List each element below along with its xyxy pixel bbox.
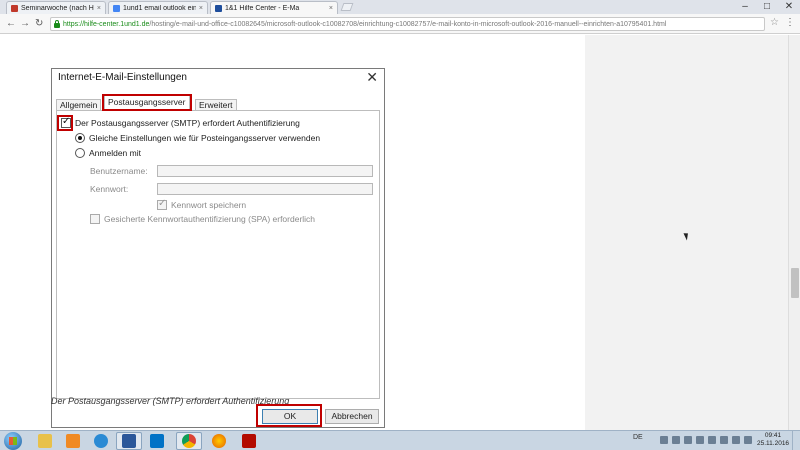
tray-battery-icon[interactable]	[720, 436, 728, 444]
tray-app-icon[interactable]	[672, 436, 680, 444]
lock-icon	[54, 19, 60, 28]
cancel-button[interactable]: Abbrechen	[325, 409, 379, 424]
dialog-close-icon[interactable]: ✕	[366, 69, 378, 86]
site-favicon-icon	[215, 4, 222, 12]
tray-expand-icon[interactable]	[660, 436, 668, 444]
clock-date: 25.11.2016	[757, 440, 790, 447]
dialog-title: Internet-E-Mail-Einstellungen	[58, 72, 187, 83]
internet-explorer-icon[interactable]	[88, 432, 114, 450]
radio-login-row[interactable]: Anmelden mit	[75, 148, 141, 158]
save-password-checkbox[interactable]	[157, 198, 167, 210]
figure-caption: Der Postausgangsserver (SMTP) erfordert …	[51, 396, 290, 406]
browser-tabstrip: Seminarwoche (nach Hei × 1und1 email out…	[0, 0, 800, 14]
tab-close-icon[interactable]: ×	[97, 5, 101, 12]
language-indicator[interactable]: DE	[633, 434, 643, 441]
save-password-label: Kennwort speichern	[171, 200, 247, 210]
tray-app-icon[interactable]	[708, 436, 716, 444]
radio-login-label: Anmelden mit	[89, 148, 141, 158]
media-player-icon[interactable]	[60, 432, 86, 450]
radio-login[interactable]	[75, 148, 85, 158]
system-clock[interactable]: 09:41 25.11.2016	[757, 432, 789, 448]
smtp-auth-label: Der Postausgangsserver (SMTP) erfordert …	[75, 118, 300, 128]
address-bar[interactable]: https://hilfe-center.1und1.de /hosting/e…	[50, 17, 765, 31]
maximize-button[interactable]: □	[756, 0, 778, 13]
pdf-favicon-icon	[11, 4, 18, 12]
browser-toolbar: ← → ↻ https://hilfe-center.1und1.de /hos…	[0, 14, 800, 34]
password-field[interactable]	[157, 183, 373, 195]
internet-email-settings-dialog: Internet-E-Mail-Einstellungen ✕ Allgemei…	[51, 68, 385, 428]
radio-same-settings-label: Gleiche Einstellungen wie für Posteingan…	[89, 133, 321, 143]
show-desktop-button[interactable]	[792, 431, 800, 450]
tab-label: 1und1 email outlook ein	[123, 4, 196, 12]
tab-close-icon[interactable]: ×	[199, 5, 203, 12]
file-explorer-icon[interactable]	[32, 432, 58, 450]
window-close-button[interactable]: ✕	[778, 0, 800, 13]
username-label: Benutzername:	[90, 166, 148, 176]
tray-network-icon[interactable]	[732, 436, 740, 444]
tray-volume-icon[interactable]	[744, 436, 752, 444]
new-tab-button[interactable]	[340, 3, 354, 11]
browser-tab[interactable]: Seminarwoche (nach Hei ×	[6, 1, 106, 14]
google-favicon-icon	[113, 4, 120, 12]
back-icon[interactable]: ←	[6, 18, 16, 29]
acrobat-icon[interactable]	[236, 432, 262, 450]
highlight-box-ok	[256, 404, 322, 427]
tab-close-icon[interactable]: ×	[329, 5, 333, 12]
tray-flag-icon[interactable]	[684, 436, 692, 444]
outlook-icon[interactable]	[144, 432, 170, 450]
spa-row[interactable]: Gesicherte Kennwortauthentifizierung (SP…	[90, 214, 315, 224]
browser-menu-icon[interactable]: ⋮	[785, 17, 795, 28]
word-icon[interactable]	[116, 432, 142, 450]
url-path: /hosting/e-mail-und-office-c10082645/mic…	[149, 20, 667, 28]
web-page: Internet-E-Mail-Einstellungen ✕ Allgemei…	[0, 35, 800, 430]
page-scrollbar[interactable]	[788, 35, 800, 430]
browser-tab[interactable]: 1und1 email outlook ein ×	[108, 1, 208, 14]
save-password-row[interactable]: Kennwort speichern	[157, 198, 247, 210]
username-field[interactable]	[157, 165, 373, 177]
spa-checkbox[interactable]	[90, 214, 100, 224]
highlight-box-checkbox	[57, 115, 73, 131]
password-label: Kennwort:	[90, 184, 129, 194]
clock-time: 09:41	[764, 432, 782, 439]
tray-usb-icon[interactable]	[696, 436, 704, 444]
highlight-box-tab	[102, 94, 192, 111]
radio-same-settings-row[interactable]: Gleiche Einstellungen wie für Posteingan…	[75, 133, 320, 143]
reload-icon[interactable]: ↻	[35, 18, 43, 29]
firefox-icon[interactable]	[206, 432, 232, 450]
bookmark-star-icon[interactable]: ☆	[770, 17, 779, 28]
minimize-button[interactable]: –	[734, 0, 756, 13]
scrollbar-thumb[interactable]	[791, 268, 799, 298]
smtp-auth-row[interactable]: Der Postausgangsserver (SMTP) erfordert …	[61, 116, 300, 128]
tab-label: 1&1 Hilfe Center - E-Ma	[225, 4, 300, 12]
url-host: https://hilfe-center.1und1.de	[63, 20, 150, 28]
browser-tab-active[interactable]: 1&1 Hilfe Center - E-Ma ×	[210, 1, 338, 14]
forward-icon[interactable]: →	[20, 18, 30, 29]
spa-label: Gesicherte Kennwortauthentifizierung (SP…	[104, 214, 316, 224]
chrome-icon[interactable]	[176, 432, 202, 450]
windows-taskbar: DE 09:41 25.11.2016	[0, 430, 800, 450]
radio-same-settings[interactable]	[75, 133, 85, 143]
tab-label: Seminarwoche (nach Hei	[21, 4, 94, 12]
start-button[interactable]	[4, 432, 22, 450]
